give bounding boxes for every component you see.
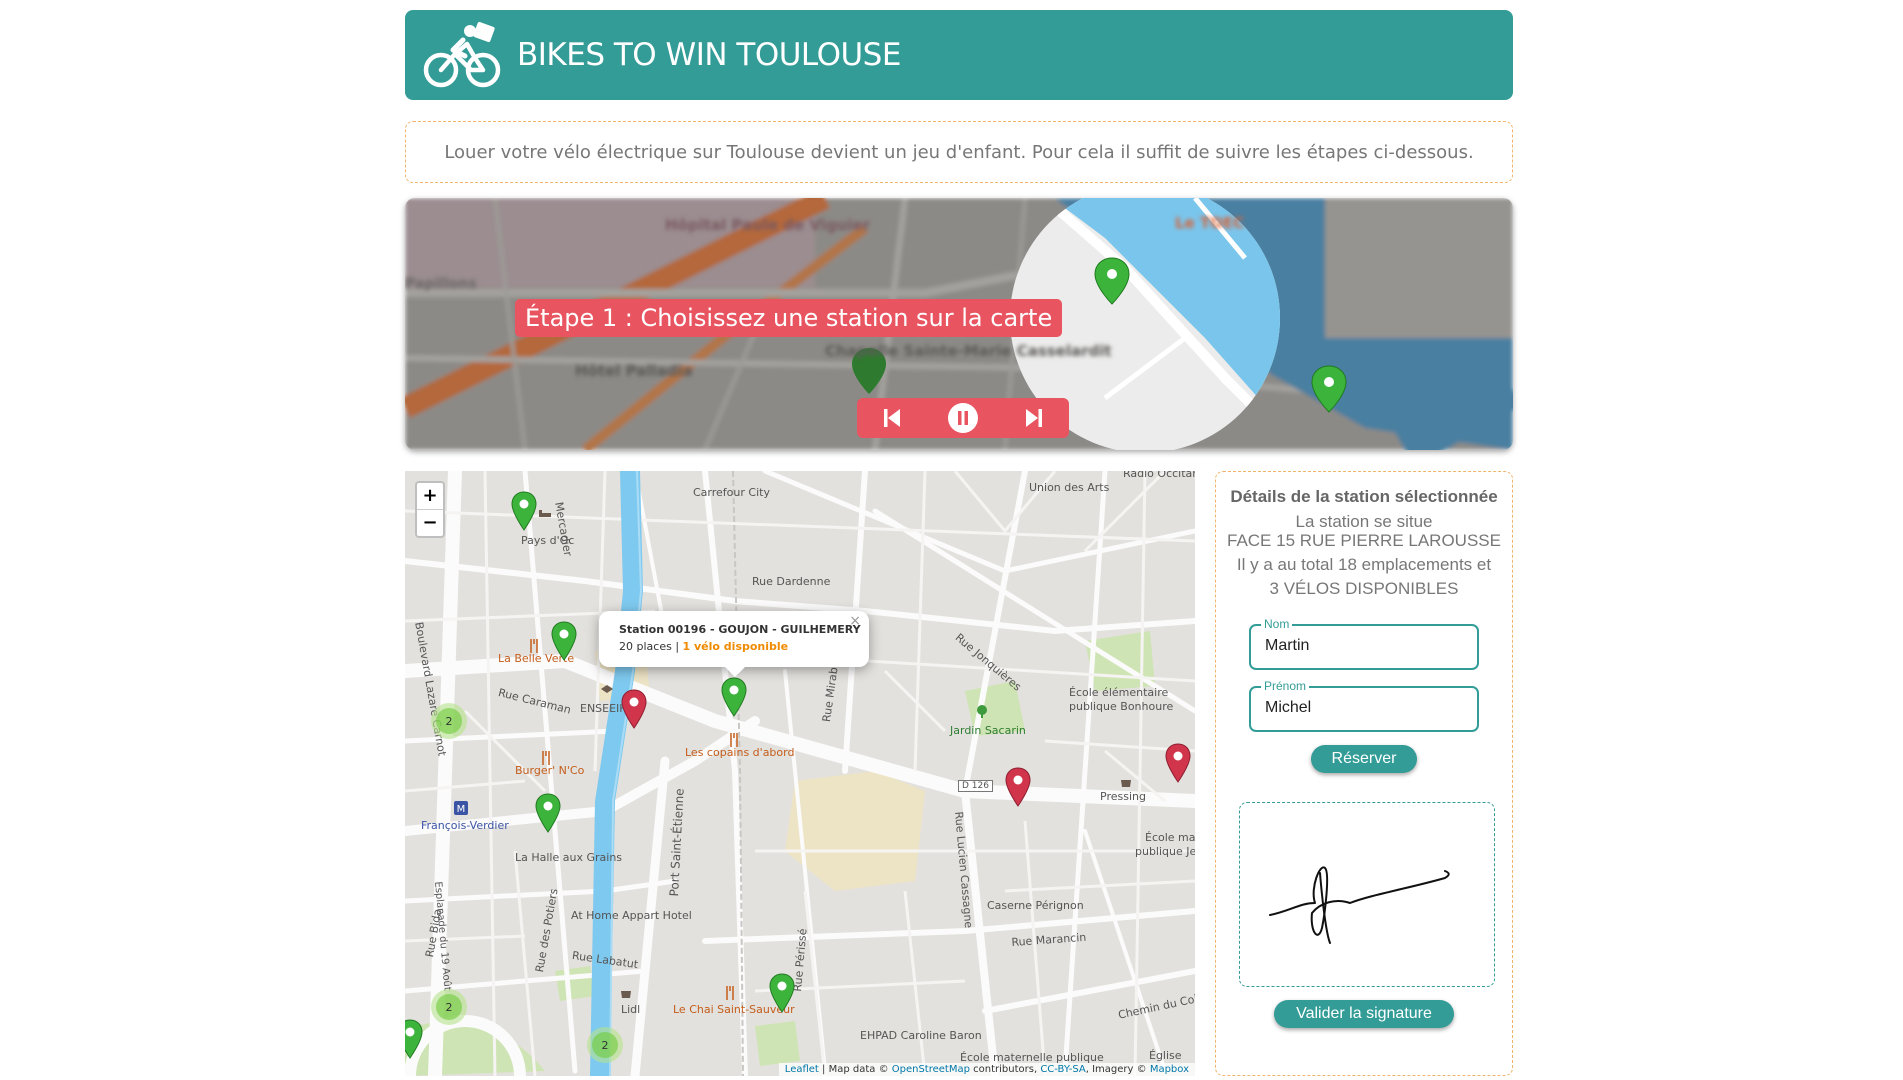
map-label-jardin: Jardin Sacarin bbox=[950, 724, 1026, 737]
slider-label-chapelle: Chapelle Sainte-Marie Casselardit bbox=[825, 342, 1112, 360]
map-label-union: Union des Arts bbox=[1029, 481, 1110, 494]
station-marker-empty[interactable] bbox=[1165, 743, 1191, 783]
slider-controls bbox=[857, 398, 1069, 438]
map-label-dardenne: Rue Dardenne bbox=[752, 575, 831, 588]
nom-input[interactable] bbox=[1265, 637, 1460, 655]
slider-label-toec: Le TOEC bbox=[1175, 214, 1244, 232]
cluster-count: 2 bbox=[436, 708, 462, 734]
popup-separator: | bbox=[671, 640, 683, 653]
park-tree-icon bbox=[977, 705, 987, 718]
map-label-copains: Les copains d'abord bbox=[685, 746, 795, 759]
map-label-eglise: Église bbox=[1149, 1049, 1182, 1062]
reserve-button[interactable]: Réserver bbox=[1311, 745, 1417, 773]
cluster-count: 2 bbox=[436, 994, 462, 1020]
station-location-label: La station se situe bbox=[1295, 512, 1433, 531]
station-map[interactable]: Carrefour City Union des Arts Radio Occi… bbox=[405, 471, 1195, 1076]
map-attribution: Leaflet | Map data © OpenStreetMap contr… bbox=[778, 1063, 1195, 1076]
popup-places: 20 places bbox=[619, 640, 672, 653]
station-bikes-available: 3 VÉLOS DISPONIBLES bbox=[1269, 579, 1459, 598]
hotel-bed-icon bbox=[539, 510, 551, 517]
intro-banner: Louer votre vélo électrique sur Toulouse… bbox=[405, 121, 1513, 183]
skip-next-icon[interactable] bbox=[1016, 400, 1052, 436]
popup-close-button[interactable]: × bbox=[849, 613, 861, 629]
attribution-text: | Map data © bbox=[818, 1064, 892, 1075]
pause-icon[interactable] bbox=[945, 400, 981, 436]
map-label-ehpad: EHPAD Caroline Baron bbox=[860, 1029, 982, 1042]
prenom-label: Prénom bbox=[1261, 679, 1310, 693]
school-icon bbox=[601, 685, 613, 693]
restaurant-icon bbox=[730, 733, 738, 747]
panel-title: Détails de la station sélectionnée bbox=[1230, 487, 1498, 506]
station-marker-available[interactable] bbox=[769, 973, 795, 1013]
popup-station-meta: 20 places | 1 vélo disponible bbox=[619, 640, 788, 653]
leaflet-link[interactable]: Leaflet bbox=[785, 1064, 819, 1075]
zoom-control: + − bbox=[415, 481, 445, 538]
station-popup: Station 00196 - GOUJON - GUILHEMERY 20 p… bbox=[599, 611, 869, 677]
signature-drawing bbox=[1269, 866, 1450, 944]
app-header: BIKES TO WIN TOULOUSE bbox=[405, 10, 1513, 100]
mapbox-link[interactable]: Mapbox bbox=[1150, 1064, 1189, 1075]
slider-label-papillons: Papillons bbox=[405, 276, 477, 292]
app-title: BIKES TO WIN TOULOUSE bbox=[517, 37, 901, 73]
station-marker-selected[interactable] bbox=[721, 677, 747, 717]
station-marker-empty[interactable] bbox=[621, 689, 647, 729]
popup-available: 1 vélo disponible bbox=[682, 640, 789, 653]
station-marker-available[interactable] bbox=[511, 491, 537, 531]
map-label-halle: La Halle aux Grains bbox=[515, 851, 623, 864]
slider-label-palladia: Hôtel Palladia bbox=[575, 362, 693, 380]
osm-link[interactable]: OpenStreetMap bbox=[892, 1064, 970, 1075]
map-label-athome: At Home Appart Hotel bbox=[571, 909, 692, 922]
cluster-count: 2 bbox=[592, 1032, 618, 1058]
station-marker-available[interactable] bbox=[405, 1019, 423, 1059]
ccbysa-link[interactable]: CC-BY-SA bbox=[1040, 1064, 1085, 1075]
map-label-radio: Radio Occitan bbox=[1123, 471, 1195, 480]
map-label-ecole1: École élémentaire bbox=[1069, 686, 1169, 699]
station-address: FACE 15 RUE PIERRE LAROUSSE bbox=[1227, 531, 1501, 550]
popup-station-title: Station 00196 - GOUJON - GUILHEMERY bbox=[619, 623, 861, 636]
tutorial-slider: Hôpital Paule de Viguier Le TOEC Hôtel P… bbox=[405, 198, 1513, 450]
zoom-out-button[interactable]: − bbox=[417, 509, 443, 536]
validate-signature-button[interactable]: Valider la signature bbox=[1274, 1000, 1454, 1028]
station-cluster[interactable]: 2 bbox=[587, 1027, 623, 1063]
metro-icon: M bbox=[454, 801, 468, 815]
station-marker-available[interactable] bbox=[551, 621, 577, 661]
station-marker-empty[interactable] bbox=[1005, 767, 1031, 807]
station-cluster[interactable]: 2 bbox=[431, 989, 467, 1025]
restaurant-icon bbox=[726, 986, 734, 1000]
zoom-in-button[interactable]: + bbox=[417, 483, 443, 509]
map-label-d126: D 126 bbox=[958, 780, 993, 792]
map-label-burger: Burger' N'Co bbox=[515, 764, 585, 777]
cyclist-icon bbox=[423, 21, 501, 88]
station-details-panel: Détails de la station sélectionnée La st… bbox=[1215, 471, 1513, 1076]
nom-field: Nom bbox=[1249, 617, 1479, 670]
station-cluster[interactable]: 2 bbox=[431, 703, 467, 739]
prenom-input[interactable] bbox=[1265, 699, 1460, 717]
slider-label-hopital: Hôpital Paule de Viguier bbox=[665, 216, 871, 234]
intro-text: Louer votre vélo électrique sur Toulouse… bbox=[444, 141, 1474, 163]
restaurant-icon bbox=[542, 751, 550, 765]
map-label-ecole2b: publique Jea bbox=[1135, 845, 1195, 858]
shop-icon bbox=[621, 991, 631, 998]
map-label-verdier: François-Verdier bbox=[421, 819, 509, 832]
station-capacity: Il y a au total 18 emplacements et bbox=[1236, 555, 1492, 574]
map-label-ecole1b: publique Bonhoure bbox=[1069, 700, 1174, 713]
restaurant-icon bbox=[530, 639, 538, 653]
svg-text:M: M bbox=[457, 804, 466, 815]
map-label-ecole2: École mat bbox=[1145, 831, 1195, 844]
attribution-text: , Imagery © bbox=[1085, 1064, 1150, 1075]
map-label-perignon: Caserne Pérignon bbox=[987, 899, 1084, 912]
attribution-text: contributors, bbox=[969, 1064, 1041, 1075]
shop-icon bbox=[1121, 780, 1131, 787]
skip-previous-icon[interactable] bbox=[874, 400, 910, 436]
prenom-field: Prénom bbox=[1249, 679, 1479, 732]
station-marker-available[interactable] bbox=[535, 793, 561, 833]
signature-canvas[interactable] bbox=[1239, 802, 1495, 987]
nom-label: Nom bbox=[1261, 617, 1293, 631]
map-label-pressing: Pressing bbox=[1100, 790, 1146, 803]
slide-caption: Étape 1 : Choisissez une station sur la … bbox=[515, 299, 1063, 337]
map-label-lidl: Lidl bbox=[621, 1003, 641, 1016]
map-label-carrefour: Carrefour City bbox=[693, 486, 770, 499]
